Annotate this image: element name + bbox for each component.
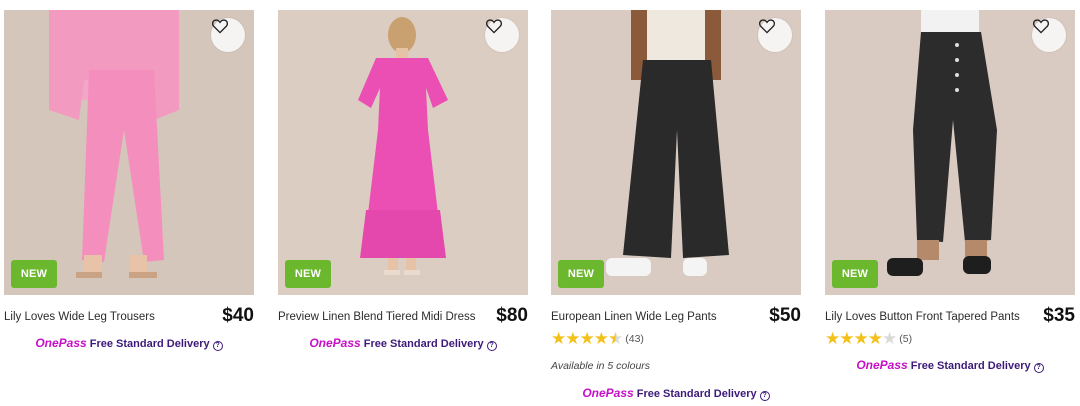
product-card[interactable]: NEW Lily Loves Wide Leg Trousers $40 One… — [4, 10, 254, 406]
onepass-logo: OnePass — [35, 336, 87, 350]
heart-outline-icon — [758, 19, 776, 34]
star-empty-icon: ★ — [882, 329, 897, 348]
product-grid: NEW Lily Loves Wide Leg Trousers $40 One… — [4, 10, 1076, 406]
product-title[interactable]: Preview Linen Blend Tiered Midi Dress — [278, 311, 476, 323]
wishlist-button[interactable] — [485, 18, 519, 52]
delivery-text: Free Standard Delivery — [910, 360, 1031, 372]
delivery-info: OnePass Free Standard Delivery ? — [4, 336, 254, 351]
product-info-row: Lily Loves Button Front Tapered Pants $3… — [825, 304, 1075, 330]
product-info-row: European Linen Wide Leg Pants $50 — [551, 304, 801, 330]
onepass-logo: OnePass — [582, 386, 634, 400]
star-rating[interactable]: ★ ★ ★ ★ ★ (43) — [551, 330, 801, 348]
wishlist-button[interactable] — [758, 18, 792, 52]
review-count: (43) — [625, 333, 644, 345]
star-icon: ★ — [565, 329, 580, 348]
product-title[interactable]: European Linen Wide Leg Pants — [551, 311, 717, 323]
star-icon: ★ — [867, 329, 883, 348]
new-badge: NEW — [285, 260, 331, 288]
wishlist-button[interactable] — [211, 18, 245, 52]
star-rating[interactable]: ★ ★ ★ ★ ★ (5) — [825, 330, 1075, 348]
star-icon: ★ — [593, 329, 609, 348]
product-price: $80 — [496, 305, 528, 326]
question-circle-icon[interactable]: ? — [759, 391, 770, 401]
question-circle-icon[interactable]: ? — [212, 341, 223, 351]
product-photo — [551, 10, 801, 295]
product-price: $35 — [1043, 305, 1075, 326]
product-image[interactable]: NEW — [278, 10, 528, 295]
star-icon: ★ — [579, 329, 595, 348]
delivery-info: OnePass Free Standard Delivery ? — [825, 358, 1075, 373]
heart-outline-icon — [485, 19, 503, 34]
product-title[interactable]: Lily Loves Button Front Tapered Pants — [825, 311, 1020, 323]
product-image[interactable]: NEW — [4, 10, 254, 295]
delivery-info: OnePass Free Standard Delivery ? — [278, 336, 528, 351]
star-icon: ★ — [551, 329, 566, 348]
new-badge: NEW — [11, 260, 57, 288]
product-image[interactable]: NEW — [825, 10, 1075, 295]
product-image[interactable]: NEW — [551, 10, 801, 295]
product-title[interactable]: Lily Loves Wide Leg Trousers — [4, 311, 155, 323]
wishlist-button[interactable] — [1032, 18, 1066, 52]
new-badge: NEW — [558, 260, 604, 288]
star-icon: ★ — [825, 329, 840, 348]
heart-outline-icon — [211, 19, 229, 34]
delivery-info: OnePass Free Standard Delivery ? — [551, 386, 801, 401]
product-price: $40 — [222, 305, 254, 326]
product-card[interactable]: NEW Lily Loves Button Front Tapered Pant… — [825, 10, 1075, 406]
star-icon: ★ — [839, 329, 854, 348]
question-circle-icon[interactable]: ? — [486, 341, 497, 351]
star-half-icon: ★ — [608, 329, 623, 348]
availability-text: Available in 5 colours — [551, 360, 651, 372]
delivery-text: Free Standard Delivery — [363, 338, 484, 350]
product-card[interactable]: NEW Preview Linen Blend Tiered Midi Dres… — [278, 10, 528, 406]
onepass-logo: OnePass — [856, 358, 908, 372]
delivery-text: Free Standard Delivery — [636, 388, 757, 400]
product-photo — [278, 10, 528, 295]
heart-outline-icon — [1032, 19, 1050, 34]
onepass-logo: OnePass — [309, 336, 361, 350]
question-circle-icon[interactable]: ? — [1033, 363, 1044, 373]
product-info-row: Lily Loves Wide Leg Trousers $40 — [4, 304, 254, 330]
star-icon: ★ — [853, 329, 869, 348]
product-price: $50 — [769, 305, 801, 326]
new-badge: NEW — [832, 260, 878, 288]
product-info-row: Preview Linen Blend Tiered Midi Dress $8… — [278, 304, 528, 330]
product-photo — [825, 10, 1075, 295]
product-photo — [4, 10, 254, 295]
product-card[interactable]: NEW European Linen Wide Leg Pants $50 ★ … — [551, 10, 801, 406]
delivery-text: Free Standard Delivery — [89, 338, 210, 350]
review-count: (5) — [899, 333, 913, 345]
